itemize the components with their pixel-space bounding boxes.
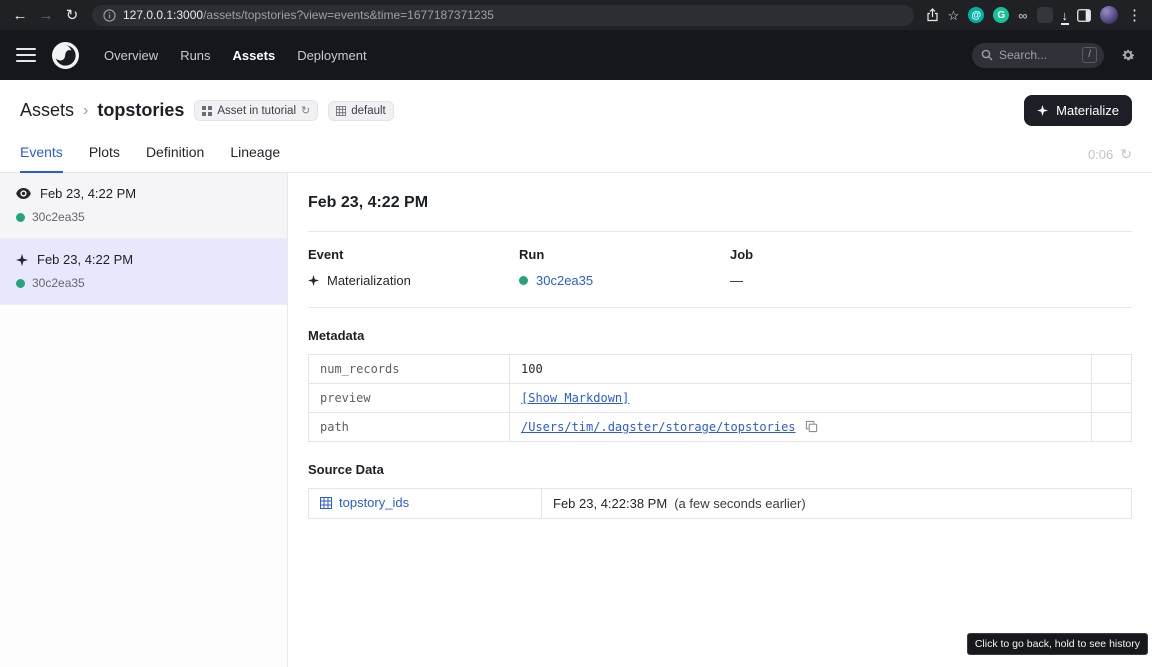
asset-tabs: Events Plots Definition Lineage 0:06 ↻: [0, 135, 1152, 173]
share-icon[interactable]: [926, 8, 939, 22]
metadata-heading: Metadata: [308, 328, 1132, 343]
refresh-timer: 0:06 ↻: [1088, 146, 1132, 172]
nav-item-runs[interactable]: Runs: [169, 48, 221, 63]
run-label: Run: [519, 247, 730, 262]
address-bar[interactable]: 127.0.0.1:3000/assets/topstories?view=ev…: [92, 5, 914, 26]
table-icon: [320, 497, 332, 509]
run-status-dot: [16, 213, 25, 222]
materialization-icon: [308, 275, 319, 286]
browser-reload-icon[interactable]: ↻: [60, 3, 84, 27]
sparkle-icon: [1037, 105, 1048, 116]
job-value: —: [730, 273, 743, 288]
source-asset-link[interactable]: topstory_ids: [320, 495, 409, 510]
metadata-table: num_records 100 preview [Show Markdown] …: [308, 354, 1132, 442]
event-detail-panel: Feb 23, 4:22 PM Event Materialization Ru…: [288, 173, 1152, 667]
browser-forward-icon[interactable]: →: [34, 3, 58, 27]
table-row: topstory_ids Feb 23, 4:22:38 PM (a few se…: [309, 489, 1132, 519]
table-row: path /Users/tim/.dagster/storage/topstor…: [309, 413, 1132, 442]
site-info-icon[interactable]: [103, 9, 116, 22]
nav-item-deployment[interactable]: Deployment: [286, 48, 377, 63]
refresh-icon[interactable]: ↻: [301, 104, 310, 117]
tab-definition[interactable]: Definition: [146, 144, 204, 173]
dagster-logo[interactable]: [52, 42, 79, 69]
event-list-sidebar: Feb 23, 4:22 PM 30c2ea35 Feb 23, 4:22 PM…: [0, 173, 288, 667]
search-shortcut-badge: /: [1082, 47, 1097, 63]
path-link[interactable]: /Users/tim/.dagster/storage/topstories: [521, 420, 796, 434]
event-detail-title: Feb 23, 4:22 PM: [308, 194, 1132, 212]
search-input[interactable]: [999, 48, 1076, 62]
source-data-heading: Source Data: [308, 462, 1132, 477]
event-label: Event: [308, 247, 519, 262]
browser-menu-icon[interactable]: ⋮: [1127, 8, 1142, 23]
page-title: topstories: [97, 100, 184, 121]
breadcrumb: Assets › topstories: [20, 100, 184, 121]
breadcrumb-separator: ›: [83, 102, 88, 120]
nav-item-assets[interactable]: Assets: [222, 48, 287, 63]
tag-asset-in-tutorial[interactable]: Asset in tutorial ↻: [194, 100, 318, 121]
extension-icon[interactable]: [1037, 7, 1053, 23]
extension-grammarly-icon[interactable]: G: [993, 7, 1009, 23]
downloads-icon[interactable]: ↓: [1062, 9, 1069, 22]
tab-plots[interactable]: Plots: [89, 144, 120, 173]
refresh-icon[interactable]: ↻: [1120, 146, 1132, 163]
browser-back-icon[interactable]: ←: [8, 3, 32, 27]
show-markdown-link[interactable]: [Show Markdown]: [521, 391, 629, 405]
grid-icon: [336, 106, 346, 116]
profile-avatar[interactable]: [1100, 6, 1118, 24]
source-data-table: topstory_ids Feb 23, 4:22:38 PM (a few se…: [308, 488, 1132, 519]
hamburger-menu-icon[interactable]: [16, 48, 36, 62]
side-panel-icon[interactable]: [1077, 9, 1091, 22]
search-icon: [981, 49, 993, 61]
source-timestamp: Feb 23, 4:22:38 PM: [553, 496, 667, 511]
bookmark-star-icon[interactable]: ☆: [948, 9, 960, 22]
copy-icon[interactable]: [805, 420, 818, 433]
tab-lineage[interactable]: Lineage: [230, 144, 280, 173]
history-tooltip: Click to go back, hold to see history: [967, 633, 1148, 655]
browser-toolbar: ← → ↻ 127.0.0.1:3000/assets/topstories?v…: [0, 0, 1152, 30]
tab-events[interactable]: Events: [20, 144, 63, 173]
metadata-key: preview: [309, 384, 510, 413]
table-row: num_records 100: [309, 355, 1132, 384]
source-timestamp-note: (a few seconds earlier): [674, 496, 806, 511]
event-list-item[interactable]: Feb 23, 4:22 PM 30c2ea35: [0, 173, 287, 239]
event-list-item[interactable]: Feb 23, 4:22 PM 30c2ea35: [0, 239, 287, 305]
table-row: preview [Show Markdown]: [309, 384, 1132, 413]
asset-group-icon: [202, 106, 212, 116]
metadata-value: 100: [510, 355, 1092, 384]
run-id-link[interactable]: 30c2ea35: [536, 273, 593, 288]
materialize-button[interactable]: Materialize: [1024, 95, 1132, 126]
eye-observation-icon: [16, 188, 31, 199]
url-text: 127.0.0.1:3000/assets/topstories?view=ev…: [123, 8, 494, 22]
run-id: 30c2ea35: [32, 276, 85, 290]
run-status-dot: [16, 279, 25, 288]
run-id: 30c2ea35: [32, 210, 85, 224]
metadata-key: num_records: [309, 355, 510, 384]
metadata-key: path: [309, 413, 510, 442]
materialization-icon: [16, 254, 28, 266]
run-status-dot: [519, 276, 528, 285]
breadcrumb-assets-link[interactable]: Assets: [20, 100, 74, 121]
settings-gear-icon[interactable]: [1120, 47, 1136, 63]
event-type-value: Materialization: [327, 273, 411, 288]
search-box[interactable]: /: [972, 43, 1104, 68]
app-navbar: Overview Runs Assets Deployment /: [0, 30, 1152, 80]
tag-default-group[interactable]: default: [328, 101, 394, 121]
extension-at-icon[interactable]: @: [968, 7, 984, 23]
extension-infinity-icon[interactable]: ∞: [1018, 9, 1027, 22]
nav-item-overview[interactable]: Overview: [93, 48, 169, 63]
job-label: Job: [730, 247, 941, 262]
